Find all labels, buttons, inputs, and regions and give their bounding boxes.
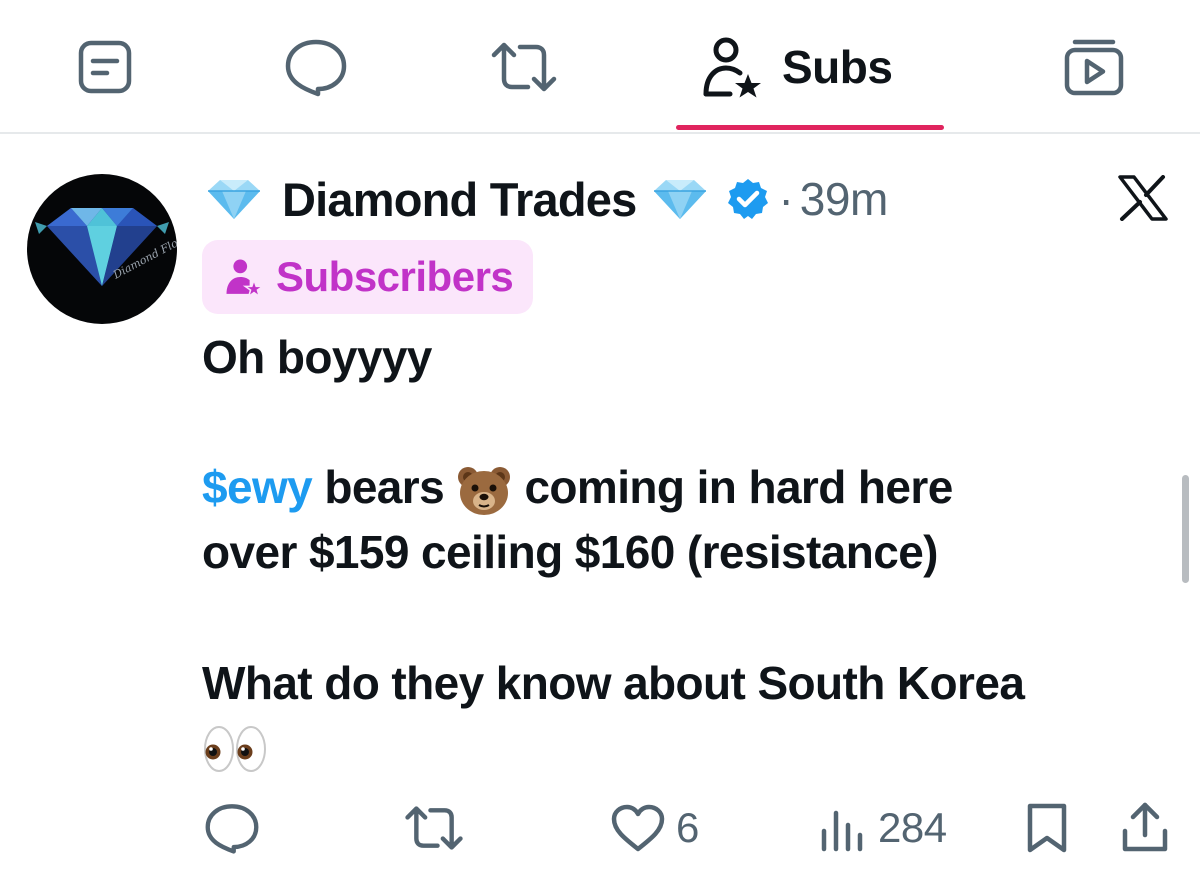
bookmark-button[interactable]	[1024, 792, 1070, 864]
cashtag-link[interactable]: $ewy	[202, 461, 313, 513]
tab-replies[interactable]	[280, 34, 352, 100]
bookmark-icon	[1027, 803, 1067, 853]
views-count: 284	[878, 804, 947, 851]
author-name[interactable]: Diamond Trades	[282, 172, 637, 227]
profile-tab-bar: Subs	[0, 0, 1200, 134]
bear-face-emoji	[458, 466, 511, 515]
tab-subs[interactable]: Subs	[700, 34, 920, 100]
post-text-line-2: $ewy bears coming in hard here	[202, 460, 953, 517]
reply-button[interactable]	[204, 792, 270, 864]
views-button[interactable]: 284	[818, 792, 947, 864]
post-text-line-3: over $159 ceiling $160 (resistance)	[202, 526, 938, 578]
reply-icon	[205, 804, 259, 854]
heart-icon	[611, 804, 665, 852]
subscriptions-icon	[703, 37, 761, 98]
like-count: 6	[676, 804, 699, 851]
tab-posts[interactable]	[70, 34, 140, 100]
share-icon	[1122, 802, 1168, 852]
header-separator: ·	[778, 173, 794, 225]
share-button[interactable]	[1120, 792, 1170, 864]
tab-reposts[interactable]	[488, 34, 560, 100]
post-text-fragment: coming in hard here	[512, 461, 953, 513]
repost-icon	[405, 806, 463, 850]
media-icon	[1064, 39, 1124, 96]
verified-badge-icon[interactable]	[726, 177, 770, 221]
post-text-line-4: What do they know about South Korea	[202, 657, 1025, 709]
repost-icon	[491, 42, 557, 92]
gem-emoji-icon	[654, 180, 707, 219]
active-tab-indicator	[676, 125, 944, 130]
scrollbar[interactable]	[1182, 475, 1189, 583]
subscribers-icon	[226, 259, 264, 297]
views-icon	[821, 810, 863, 852]
repost-button[interactable]	[404, 792, 474, 864]
gem-emoji-icon	[208, 180, 260, 219]
eyes-emoji	[204, 725, 266, 772]
tab-media[interactable]	[1058, 34, 1130, 100]
post-actions: 6 284	[0, 792, 1200, 864]
post-text-line-5	[202, 718, 268, 775]
avatar[interactable]: Diamond Flow & TA	[27, 174, 177, 324]
tab-subs-label: Subs	[782, 41, 893, 93]
reply-bubble-icon	[285, 39, 347, 97]
post-header: Diamond Trades · 39m	[204, 168, 888, 230]
post-text-fragment: bears	[312, 461, 457, 513]
posts-icon	[78, 40, 132, 94]
subscribers-badge[interactable]: Subscribers	[202, 240, 534, 314]
post-timestamp[interactable]: 39m	[800, 172, 888, 226]
like-button[interactable]: 6	[610, 792, 699, 864]
subscribers-label: Subscribers	[276, 253, 514, 300]
tab-divider	[0, 132, 1200, 134]
post-text-line-1: Oh boyyyy	[202, 331, 432, 383]
x-logo-icon	[1118, 175, 1168, 221]
